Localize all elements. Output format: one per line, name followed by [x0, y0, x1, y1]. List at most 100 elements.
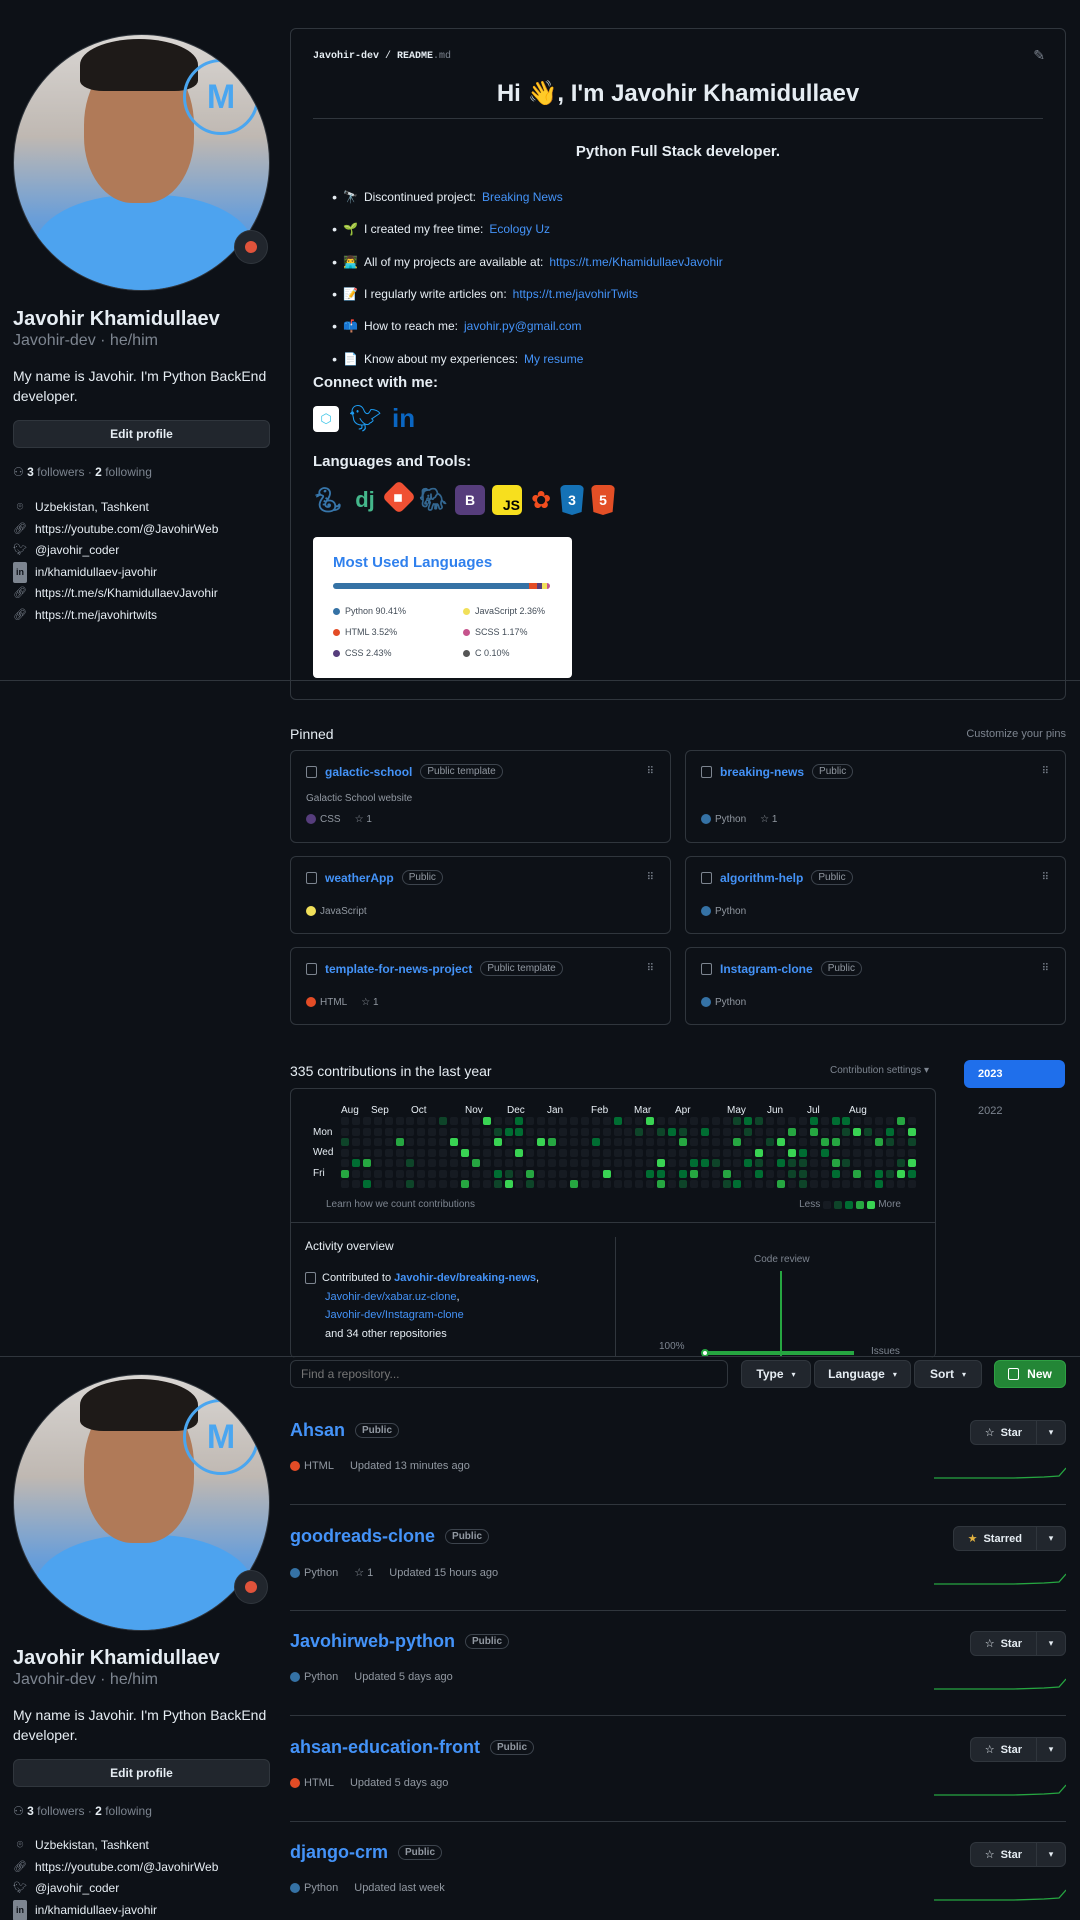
- contribution-day[interactable]: [482, 1138, 491, 1146]
- contribution-day[interactable]: [373, 1159, 382, 1167]
- bootstrap-icon[interactable]: B: [455, 485, 485, 515]
- contribution-day[interactable]: [700, 1127, 709, 1136]
- contribution-day[interactable]: [537, 1138, 546, 1146]
- contribution-day[interactable]: [515, 1159, 524, 1167]
- status-emoji-button[interactable]: [234, 230, 268, 264]
- contribution-day[interactable]: [482, 1127, 491, 1136]
- contribution-day[interactable]: [820, 1180, 829, 1188]
- contribution-day[interactable]: [526, 1148, 535, 1157]
- contribution-day[interactable]: [809, 1159, 818, 1167]
- contribution-day[interactable]: [439, 1148, 448, 1157]
- contribution-day[interactable]: [842, 1117, 851, 1125]
- contribution-day[interactable]: [428, 1148, 437, 1157]
- contribution-day[interactable]: [831, 1159, 840, 1167]
- twitter-icon[interactable]: 🐦︎: [349, 403, 382, 434]
- contribution-day[interactable]: [722, 1127, 731, 1136]
- contribution-day[interactable]: [668, 1127, 676, 1136]
- repo-name-link[interactable]: goodreads-clone: [290, 1526, 435, 1547]
- repo-stars[interactable]: ☆ 1: [361, 997, 378, 1008]
- contribution-day[interactable]: [722, 1159, 731, 1167]
- contribution-day[interactable]: [820, 1148, 829, 1157]
- contribution-day[interactable]: [777, 1169, 785, 1178]
- contribution-day[interactable]: [439, 1127, 448, 1136]
- contribution-day[interactable]: [439, 1159, 448, 1167]
- contribution-day[interactable]: [591, 1180, 600, 1188]
- contribution-day[interactable]: [624, 1169, 633, 1178]
- contribution-day[interactable]: [744, 1159, 753, 1167]
- contribution-day[interactable]: [515, 1148, 524, 1157]
- contribution-day[interactable]: [482, 1169, 491, 1178]
- contribution-day[interactable]: [787, 1117, 796, 1125]
- contribution-day[interactable]: [384, 1159, 393, 1167]
- contribution-day[interactable]: [744, 1148, 753, 1157]
- linkedin-icon[interactable]: in: [392, 403, 415, 434]
- contribution-day[interactable]: [853, 1148, 862, 1157]
- contribution-day[interactable]: [689, 1159, 698, 1167]
- contribution-day[interactable]: [351, 1148, 360, 1157]
- contribution-day[interactable]: [668, 1138, 676, 1146]
- contribution-day[interactable]: [896, 1117, 905, 1125]
- contribution-day[interactable]: [907, 1117, 916, 1125]
- contribution-day[interactable]: [896, 1148, 905, 1157]
- contribution-day[interactable]: [351, 1159, 360, 1167]
- contribution-day[interactable]: [569, 1169, 578, 1178]
- contribution-day[interactable]: [668, 1148, 676, 1157]
- contribution-day[interactable]: [755, 1138, 764, 1146]
- contribution-day[interactable]: [613, 1127, 622, 1136]
- status-emoji-button[interactable]: [234, 1570, 268, 1604]
- contribution-day[interactable]: [831, 1169, 840, 1178]
- contribution-day[interactable]: [777, 1138, 785, 1146]
- contribution-day[interactable]: [537, 1159, 546, 1167]
- contribution-day[interactable]: [624, 1117, 633, 1125]
- contribution-day[interactable]: [482, 1180, 491, 1188]
- year-button-2023[interactable]: 2023: [964, 1060, 1065, 1088]
- contribution-day[interactable]: [515, 1169, 524, 1178]
- pinned-repo-link[interactable]: galactic-school: [325, 765, 412, 779]
- contribution-day[interactable]: [886, 1169, 894, 1178]
- contribution-day[interactable]: [907, 1148, 916, 1157]
- contribution-day[interactable]: [384, 1180, 393, 1188]
- language-filter-button[interactable]: Language ▾: [814, 1360, 911, 1388]
- contribution-day[interactable]: [831, 1127, 840, 1136]
- repo-stars[interactable]: ☆ 1: [354, 1566, 373, 1579]
- contribution-day[interactable]: [853, 1159, 862, 1167]
- contribution-day[interactable]: [678, 1117, 687, 1125]
- contribution-day[interactable]: [896, 1138, 905, 1146]
- contribution-day[interactable]: [864, 1159, 873, 1167]
- contribution-day[interactable]: [744, 1117, 753, 1125]
- contribution-day[interactable]: [460, 1117, 469, 1125]
- contribution-day[interactable]: [635, 1180, 644, 1188]
- contribution-day[interactable]: [853, 1117, 862, 1125]
- contribution-day[interactable]: [395, 1159, 404, 1167]
- activity-repo-link[interactable]: Javohir-dev/xabar.uz-clone: [325, 1291, 456, 1303]
- contribution-day[interactable]: [722, 1138, 731, 1146]
- contribution-day[interactable]: [471, 1138, 480, 1146]
- contribution-day[interactable]: [417, 1138, 426, 1146]
- contribution-day[interactable]: [711, 1180, 720, 1188]
- contribution-day[interactable]: [406, 1169, 415, 1178]
- contribution-day[interactable]: [711, 1117, 720, 1125]
- contribution-day[interactable]: [733, 1127, 742, 1136]
- pinned-card[interactable]: Instagram-clone Public ⠿ Python: [685, 947, 1066, 1025]
- contribution-day[interactable]: [580, 1148, 589, 1157]
- star-button[interactable]: ☆ Star ▾: [969, 1737, 1066, 1762]
- contribution-day[interactable]: [493, 1117, 502, 1125]
- contribution-day[interactable]: [559, 1159, 567, 1167]
- contribution-day[interactable]: [548, 1148, 557, 1157]
- contribution-day[interactable]: [450, 1138, 458, 1146]
- contribution-day[interactable]: [842, 1148, 851, 1157]
- contribution-day[interactable]: [613, 1138, 622, 1146]
- contribution-day[interactable]: [646, 1169, 655, 1178]
- contribution-day[interactable]: [602, 1148, 611, 1157]
- contribution-day[interactable]: [395, 1138, 404, 1146]
- contribution-day[interactable]: [548, 1117, 557, 1125]
- contribution-day[interactable]: [875, 1169, 884, 1178]
- contribution-day[interactable]: [896, 1127, 905, 1136]
- pinned-card[interactable]: breaking-news Public ⠿ Python ☆ 1: [685, 750, 1066, 843]
- contribution-day[interactable]: [766, 1127, 775, 1136]
- codesandbox-icon[interactable]: ⬡: [313, 405, 339, 432]
- pinned-repo-link[interactable]: weatherApp: [325, 871, 394, 885]
- star-button[interactable]: ☆ Star ▾: [969, 1842, 1066, 1867]
- contribution-day[interactable]: [853, 1169, 862, 1178]
- contribution-day[interactable]: [395, 1127, 404, 1136]
